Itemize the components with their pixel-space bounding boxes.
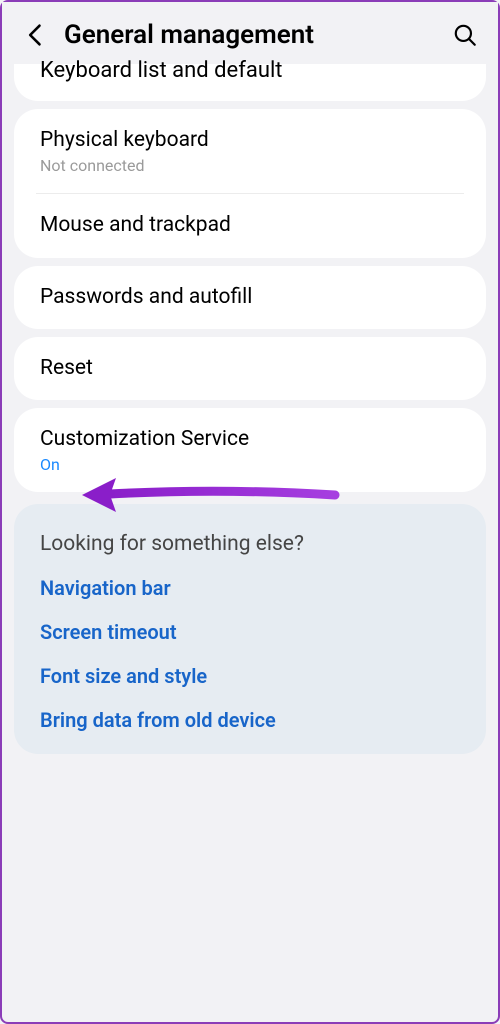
customization-card: Customization Service On (14, 408, 486, 492)
partial-card-top[interactable]: Keyboard list and default (14, 64, 486, 101)
row-title: Reset (40, 355, 460, 382)
suggestions-card: Looking for something else? Navigation b… (14, 504, 486, 754)
suggestions-title: Looking for something else? (40, 532, 460, 556)
header: General management (2, 2, 498, 64)
suggestion-link-font-size[interactable]: Font size and style (40, 664, 460, 688)
back-icon[interactable] (22, 21, 50, 49)
passwords-card: Passwords and autofill (14, 266, 486, 329)
passwords-autofill-row[interactable]: Passwords and autofill (14, 266, 486, 329)
row-subtitle: On (40, 455, 460, 474)
suggestion-link-navigation-bar[interactable]: Navigation bar (40, 576, 460, 600)
reset-card: Reset (14, 337, 486, 400)
suggestion-link-screen-timeout[interactable]: Screen timeout (40, 620, 460, 644)
reset-row[interactable]: Reset (14, 337, 486, 400)
search-icon[interactable] (452, 22, 478, 48)
mouse-trackpad-row[interactable]: Mouse and trackpad (14, 194, 486, 257)
physical-keyboard-row[interactable]: Physical keyboard Not connected (14, 109, 486, 193)
page-title: General management (64, 20, 452, 50)
keyboard-list-row: Keyboard list and default (40, 58, 460, 83)
input-devices-card: Physical keyboard Not connected Mouse an… (14, 109, 486, 258)
row-title: Physical keyboard (40, 127, 460, 154)
row-title: Mouse and trackpad (40, 212, 460, 239)
row-subtitle: Not connected (40, 156, 460, 175)
row-title: Passwords and autofill (40, 284, 460, 311)
customization-service-row[interactable]: Customization Service On (14, 408, 486, 492)
row-title: Customization Service (40, 426, 460, 453)
suggestion-link-bring-data[interactable]: Bring data from old device (40, 708, 460, 732)
